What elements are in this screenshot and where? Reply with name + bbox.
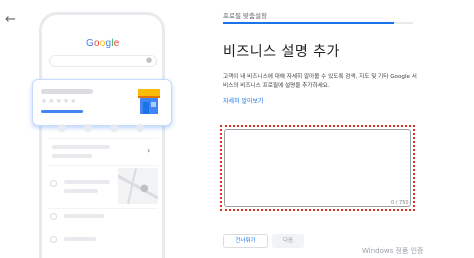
- location-icon: [50, 180, 57, 187]
- windows-activation-watermark: Windows 정품 인증: [362, 247, 424, 255]
- store-icon: [138, 89, 160, 114]
- chevron-right-icon: ›: [147, 146, 151, 155]
- card-title-placeholder: [41, 89, 93, 94]
- back-arrow-icon[interactable]: ←: [5, 13, 19, 27]
- learn-more-link[interactable]: 자세히 알아보기: [223, 96, 264, 105]
- text-placeholder: [52, 145, 110, 149]
- action-dot: [110, 124, 118, 132]
- star-rating: ★★★★★: [41, 97, 78, 105]
- search-icon: ●: [146, 56, 153, 64]
- business-description-textarea[interactable]: 0 / 750: [224, 129, 411, 207]
- text-placeholder: [52, 154, 92, 158]
- divider: [48, 138, 158, 139]
- text-placeholder: [64, 237, 96, 241]
- map-pin-icon: ●: [140, 183, 149, 194]
- text-placeholder: [64, 180, 110, 184]
- google-logo: Google: [86, 38, 120, 49]
- skip-button[interactable]: 건너뛰기: [223, 234, 268, 248]
- action-dot: [84, 124, 92, 132]
- map-roads: [118, 168, 158, 204]
- step-label: 프로필 맞춤설정: [223, 12, 267, 20]
- character-counter: 0 / 750: [391, 200, 409, 206]
- divider: [48, 165, 158, 166]
- action-dot: [136, 124, 144, 132]
- page-title: 비즈니스 설명 추가: [223, 44, 340, 60]
- progress-fill: [223, 22, 394, 24]
- phone-icon: [50, 236, 57, 243]
- action-dot: [58, 124, 66, 132]
- highlight-outline: 0 / 750: [220, 125, 415, 211]
- text-placeholder: [64, 214, 104, 218]
- next-button[interactable]: 다음: [272, 234, 304, 248]
- divider: [48, 208, 158, 209]
- page-description: 고객이 내 비즈니스에 대해 자세히 알아볼 수 있도록 검색, 지도 및 기타…: [223, 74, 417, 89]
- business-card-illustration: ★★★★★: [32, 79, 172, 126]
- progress-bar: [223, 22, 413, 24]
- text-placeholder: [64, 189, 98, 193]
- clock-icon: [50, 213, 57, 220]
- map-thumbnail: ●: [118, 168, 158, 204]
- illustration-search-bar: [49, 55, 157, 67]
- card-accent-bar: [41, 110, 83, 113]
